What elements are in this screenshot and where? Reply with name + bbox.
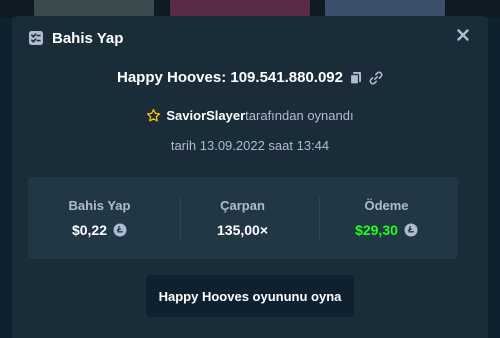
bet-slip-icon [28,30,44,46]
close-button[interactable] [452,26,474,48]
bet-amount-stat: Bahis Yap $0,22 [28,177,171,259]
payout-amount: $29,30 [355,222,398,238]
copy-icon[interactable] [349,71,363,85]
bet-amount: $0,22 [71,222,108,238]
close-icon [457,28,469,46]
bet-amount-label: Bahis Yap [68,198,131,213]
bet-id: 109.541.880.092 [230,69,343,86]
played-by-text: tarafından oynandı [245,108,354,123]
bet-amount-value-row: $0,22 [72,222,127,238]
bet-date: tarih 13.09.2022 saat 13:44 [170,138,330,153]
litecoin-icon [113,223,127,237]
payout-label: Ödeme [364,198,409,213]
multiplier-label: Çarpan [220,198,265,213]
bet-id-separator: : [221,69,231,86]
litecoin-icon [404,223,418,237]
modal-title: Bahis Yap [52,29,124,47]
bet-id-line: Happy Hooves: 109.541.880.092 [12,69,488,86]
bet-stats-panel: Bahis Yap $0,22 Çarpan 135,00× Ödeme $29… [28,177,458,259]
player-name[interactable]: SaviorSlayer [166,108,245,123]
played-by-line: SaviorSlayer tarafından oynandı [12,108,488,123]
background-overlay-right [488,18,500,338]
payout-value-row: $29,30 [355,222,418,238]
bet-details-modal: Bahis Yap Happy Hooves: 109.541.880.092 [12,16,488,338]
star-icon [146,108,161,123]
background-overlay-left [0,18,12,338]
play-game-button[interactable]: Happy Hooves oyununu oyna [146,275,354,317]
game-name: Happy Hooves [117,69,222,86]
payout-stat: Ödeme $29,30 [315,177,458,259]
link-icon[interactable] [369,71,383,85]
multiplier-stat: Çarpan 135,00× [171,177,314,259]
multiplier-value: 135,00× [217,222,268,238]
modal-header: Bahis Yap [28,27,123,49]
